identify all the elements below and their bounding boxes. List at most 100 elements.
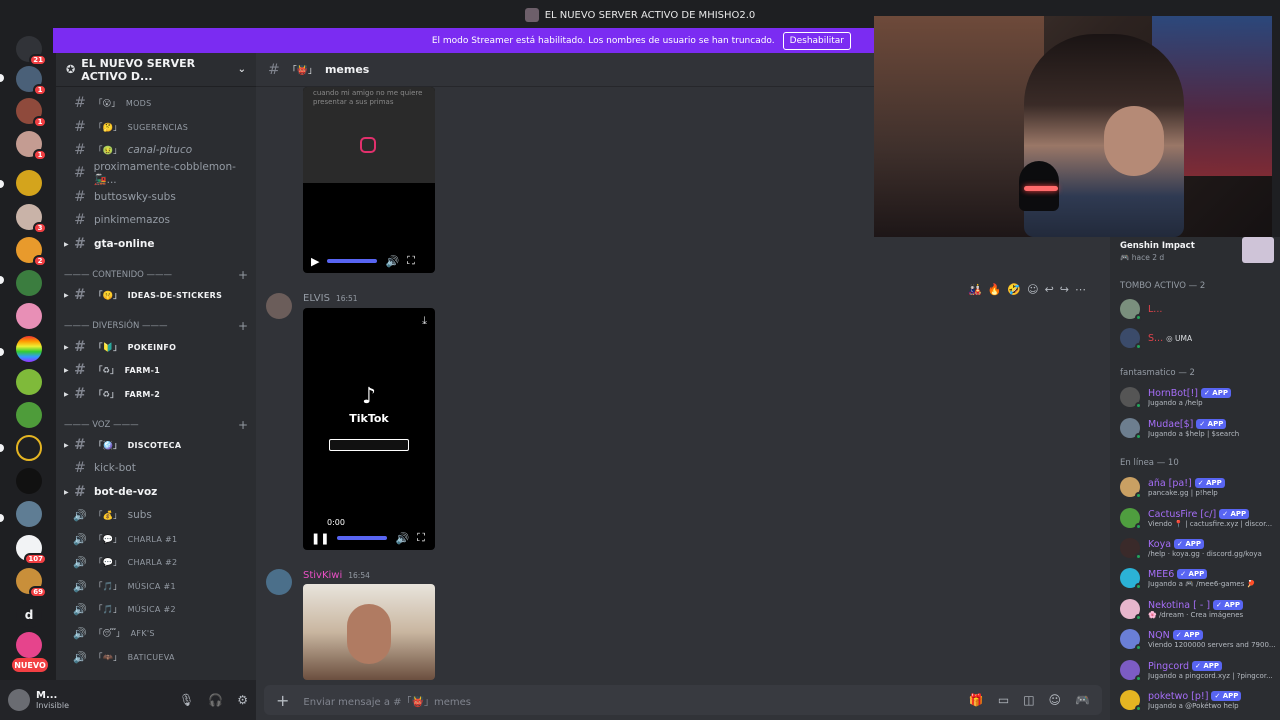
download-icon[interactable]: ⤓ (422, 314, 427, 328)
voice-channel-afks[interactable]: 🔊 「😴」 AFK'S (56, 622, 256, 644)
voice-channel-musica-1[interactable]: 🔊 「🎵」 MÚSICA #1 (56, 575, 256, 597)
category-contenido[interactable]: ——— CONTENIDO ——— + (64, 268, 248, 282)
direct-messages-icon[interactable]: 21 (16, 36, 47, 66)
headphones-icon[interactable]: 🎧 (208, 693, 223, 707)
gear-icon[interactable]: ⚙ (237, 693, 248, 707)
member-item[interactable]: CactusFire [c/] ✓ APP Viendo 📍 | cactusfir… (1120, 505, 1280, 531)
avatar[interactable] (8, 689, 30, 711)
reaction-emoji-icon[interactable]: 🤣 (1007, 283, 1021, 296)
emoji-icon: 「🎵」 (94, 582, 122, 592)
video-controls: ▶ 🔊 ⛶ (303, 249, 435, 273)
member-item[interactable]: HornBot[!] ✓ APP Jugando a /help (1120, 384, 1280, 410)
video-controls: ❚❚ 🔊 ⛶ (303, 526, 435, 550)
server-icon[interactable] (16, 435, 42, 461)
server-header[interactable]: ✪ EL NUEVO SERVER ACTIVO D... ⌄ (56, 53, 256, 87)
message-input[interactable]: Enviar mensaje a #「👹」memes (303, 693, 471, 708)
server-icon[interactable]: 1 (16, 98, 47, 128)
channel-farm-1[interactable]: ▶ # 「♻」 FARM-1 (56, 359, 256, 381)
volume-bar[interactable] (337, 536, 388, 540)
voice-channel-baticueva[interactable]: 🔊 「🦇」 BATICUEVA (56, 646, 256, 668)
avatar[interactable] (266, 293, 292, 319)
voice-channel-charla-1[interactable]: 🔊 「💬」 CHARLA #1 (56, 528, 256, 550)
more-icon[interactable]: ⋯ (1075, 283, 1086, 296)
channel-bot-de-voz[interactable]: ▶ # bot-de-voz (56, 481, 256, 503)
voice-channel-musica-2[interactable]: 🔊 「🎵」 MÚSICA #2 (56, 598, 256, 620)
add-channel-icon[interactable]: + (238, 268, 248, 282)
channel-sugerencias[interactable]: # 「🤔」 SUGERENCIAS (56, 116, 256, 138)
activity-icon[interactable]: 🎮 (1075, 693, 1090, 707)
channel-ideas-de-stickers[interactable]: ▶ # 「🤫」 IDEAS-DE-STICKERS (56, 284, 256, 306)
member-item[interactable]: NQN ✓ APP Viendo 1200000 servers and 7900.… (1120, 626, 1280, 652)
gift-icon[interactable]: 🎁 (969, 693, 984, 707)
channel-discoteca[interactable]: ▶ # 「🪩」 DISCOTECA (56, 434, 256, 456)
activity-card[interactable]: Genshin Impact 🎮 hace 2 d (1120, 241, 1195, 262)
server-icon[interactable] (16, 468, 42, 494)
unread-pill (0, 276, 4, 284)
category-voz[interactable]: ——— VOZ ——— + (64, 418, 248, 432)
message-composer[interactable]: + Enviar mensaje a #「👹」memes 🎁 ▭ ◫ ☺ 🎮 (264, 685, 1102, 715)
server-icon[interactable]: d (16, 602, 42, 628)
channel-kick-bot[interactable]: # kick-bot (56, 457, 256, 479)
video-attachment[interactable]: cuando mi amigo no me quiere presentar a… (303, 87, 435, 273)
add-reaction-icon[interactable]: ☺ (1027, 283, 1038, 296)
image-attachment[interactable] (303, 584, 435, 680)
server-icon[interactable]: 107 (16, 535, 47, 565)
member-item[interactable]: Pingcord ✓ APP Jugando a pingcord.xyz | ?p… (1120, 657, 1280, 683)
server-icon[interactable] (16, 369, 42, 395)
reply-icon[interactable]: ↩ (1045, 283, 1054, 296)
reaction-emoji-icon[interactable]: 🎎 (968, 283, 982, 296)
channel-mods[interactable]: # 「😮」 MODS (56, 92, 256, 114)
reaction-emoji-icon[interactable]: 🔥 (988, 283, 1002, 296)
server-icon[interactable] (16, 270, 42, 296)
server-icon[interactable]: 1 (16, 131, 47, 161)
channel-gta-online[interactable]: ▶ # gta-online (56, 233, 256, 255)
message-author[interactable]: StivKiwi (303, 570, 342, 581)
voice-channel-subs[interactable]: 🔊 「💰」 subs (56, 504, 256, 526)
message-author[interactable]: ELVIS (303, 293, 330, 304)
server-icon[interactable]: 3 (16, 204, 47, 234)
server-icon[interactable] (16, 336, 42, 362)
emoji-icon[interactable]: ☺ (1049, 693, 1062, 707)
channel-canal-pituco[interactable]: # 「🤢」 canal-pituco (56, 139, 256, 161)
server-icon[interactable]: 2 (16, 237, 47, 267)
video-attachment[interactable]: ⤓ ♪ TikTok 0:00 ❚❚ 🔊 ⛶ (303, 308, 435, 550)
channel-pokeinfo[interactable]: ▶ # 「🔰」 POKEINFO (56, 336, 256, 358)
play-icon[interactable]: ▶ (311, 255, 319, 268)
voice-channel-charla-2[interactable]: 🔊 「💬」 CHARLA #2 (56, 551, 256, 573)
member-item[interactable]: MEE6 ✓ APP Jugando a 🎮 /mee6-games 🏓 (1120, 565, 1280, 591)
disable-streamer-button[interactable]: Deshabilitar (782, 31, 851, 50)
server-icon[interactable] (16, 170, 42, 196)
fullscreen-icon[interactable]: ⛶ (417, 531, 425, 545)
channel-buttoswky-subs[interactable]: # buttoswky-subs (56, 186, 256, 208)
member-item[interactable]: S... ◎ UMA (1120, 325, 1280, 351)
add-channel-icon[interactable]: + (238, 319, 248, 333)
gif-icon[interactable]: ▭ (998, 693, 1009, 707)
server-icon[interactable]: 1 (16, 66, 47, 96)
server-icon[interactable]: 69 (16, 568, 47, 598)
forward-icon[interactable]: ↪ (1060, 283, 1069, 296)
category-diversion[interactable]: ——— DIVERSIÓN ——— + (64, 319, 248, 333)
channel-pinkimemazos[interactable]: # pinkimemazos (56, 209, 256, 231)
add-attachment-icon[interactable]: + (276, 691, 289, 710)
add-channel-icon[interactable]: + (238, 418, 248, 432)
member-item[interactable]: Mudae[$] ✓ APP Jugando a $help | $search (1120, 415, 1280, 441)
member-item[interactable]: L... (1120, 296, 1280, 322)
server-icon[interactable] (16, 402, 42, 428)
sticker-icon[interactable]: ◫ (1023, 693, 1034, 707)
server-icon[interactable] (16, 303, 42, 329)
server-icon[interactable] (16, 632, 42, 658)
volume-icon[interactable]: 🔊 (385, 255, 399, 268)
fullscreen-icon[interactable]: ⛶ (407, 254, 415, 268)
pause-icon[interactable]: ❚❚ (311, 532, 329, 545)
channel-proximamente[interactable]: # proximamente-cobblemon-🚂... (56, 161, 256, 186)
volume-icon[interactable]: 🔊 (395, 532, 409, 545)
server-icon[interactable] (16, 501, 42, 527)
microphone-icon[interactable]: 🎙 (179, 693, 194, 707)
member-item[interactable]: poketwo [p!] ✓ APP Jugando a @Pokétwo help (1120, 687, 1280, 713)
channel-farm-2[interactable]: ▶ # 「♻」 FARM-2 (56, 383, 256, 405)
member-item[interactable]: aña [pa!] ✓ APP pancake.gg | p!help (1120, 474, 1280, 500)
volume-bar[interactable] (327, 259, 378, 263)
member-item[interactable]: Koya ✓ APP/help · koya.gg · discord.gg/ko… (1120, 535, 1280, 561)
member-item[interactable]: Nekotina [ - ] ✓ APP 🌸 /dream · Crea imáge… (1120, 596, 1280, 622)
avatar[interactable] (266, 569, 292, 595)
